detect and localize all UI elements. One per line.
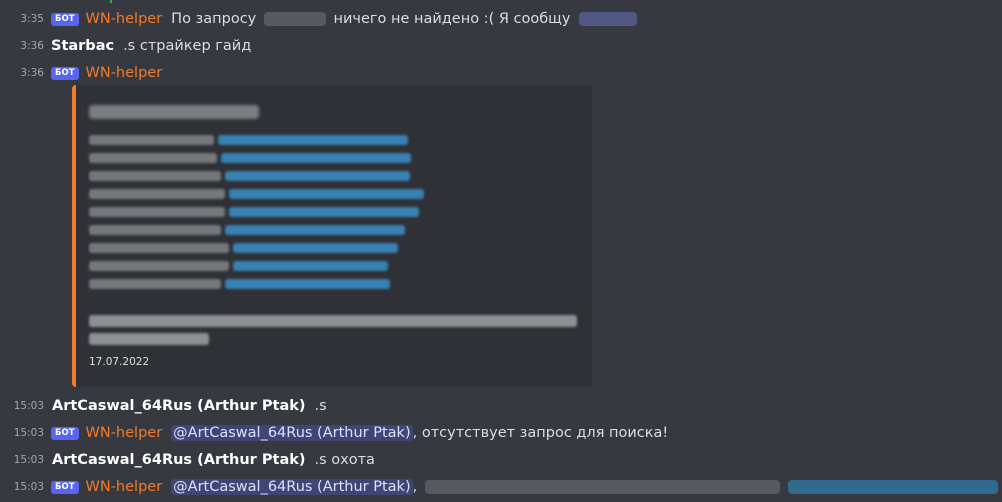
embed-date: 17.07.2022 bbox=[89, 356, 150, 368]
message: 15:03 БОТ WN-helper @ArtCaswal_64Rus (Ar… bbox=[0, 422, 668, 444]
embed-link-row[interactable] bbox=[89, 224, 405, 235]
user-mention[interactable]: @ArtCaswal_64Rus (Arthur Ptak) bbox=[171, 479, 413, 495]
bot-tag: БОТ bbox=[51, 480, 79, 494]
message-text-before: По запросу bbox=[171, 11, 257, 27]
message-timestamp: 15:03 bbox=[13, 481, 44, 493]
message-text-body: , bbox=[412, 479, 418, 495]
message-timestamp: 15:03 bbox=[13, 400, 44, 412]
embed-footer-line bbox=[89, 333, 209, 345]
author-name[interactable]: ArtCaswal_64Rus (Arthur Ptak) bbox=[52, 398, 306, 414]
message-text: .s охота bbox=[314, 452, 375, 468]
author-name[interactable]: WN-helper bbox=[86, 11, 163, 27]
message-timestamp: 3:35 bbox=[20, 13, 44, 25]
message: 3:35 БОТ WN-helper По запросу ничего не … bbox=[0, 8, 638, 30]
message: 3:36 БОТ WN-helper bbox=[0, 62, 162, 84]
user-mention[interactable]: @ArtCaswal_64Rus (Arthur Ptak) bbox=[171, 425, 413, 441]
message-timestamp: 3:36 bbox=[20, 67, 44, 79]
author-name[interactable]: Starbac bbox=[51, 38, 114, 54]
message: 15:03 БОТ WN-helper @ArtCaswal_64Rus (Ar… bbox=[0, 476, 999, 498]
embed-footer-line bbox=[89, 315, 577, 327]
blurred-mention[interactable] bbox=[579, 12, 638, 26]
message-timestamp: 15:03 bbox=[13, 454, 44, 466]
message-text: По запросу ничего не найдено :( Я сообщу bbox=[171, 11, 638, 27]
message-text: .s bbox=[314, 398, 327, 414]
author-name[interactable]: WN-helper bbox=[86, 65, 163, 81]
message: 15:03 ArtCaswal_64Rus (Arthur Ptak) .s о… bbox=[0, 449, 375, 471]
message-embed: 17.07.2022 bbox=[72, 85, 592, 387]
blurred-link[interactable] bbox=[788, 480, 999, 494]
message-text-body: , отсутствует запрос для поиска! bbox=[412, 425, 669, 441]
bot-tag: БОТ bbox=[51, 12, 79, 26]
message-timestamp: 3:36 bbox=[20, 40, 44, 52]
embed-link-row[interactable] bbox=[89, 206, 419, 217]
author-name[interactable]: ArtCaswal_64Rus (Arthur Ptak) bbox=[52, 452, 306, 468]
author-name[interactable]: WN-helper bbox=[86, 425, 163, 441]
message-text: .s страйкер гайд bbox=[123, 38, 252, 54]
bot-tag: БОТ bbox=[51, 66, 79, 80]
bot-tag: БОТ bbox=[51, 426, 79, 440]
chat-messages: 3:35 БОТ WN-helper По запросу ничего не … bbox=[0, 0, 1002, 502]
embed-title bbox=[89, 105, 259, 119]
message-timestamp: 15:03 bbox=[13, 427, 44, 439]
message: 15:03 ArtCaswal_64Rus (Arthur Ptak) .s bbox=[0, 395, 327, 417]
blurred-text bbox=[424, 480, 780, 494]
embed-link-row[interactable] bbox=[89, 188, 424, 199]
embed-link-row[interactable] bbox=[89, 170, 410, 181]
embed-link-row[interactable] bbox=[89, 152, 411, 163]
author-name[interactable]: WN-helper bbox=[86, 479, 163, 495]
message-text: @ArtCaswal_64Rus (Arthur Ptak), отсутств… bbox=[171, 425, 668, 441]
embed-link-row[interactable] bbox=[89, 260, 388, 271]
embed-link-row[interactable] bbox=[89, 278, 390, 289]
blurred-query bbox=[263, 12, 326, 26]
embed-link-row[interactable] bbox=[89, 242, 398, 253]
embed-link-row[interactable] bbox=[89, 134, 408, 145]
message: 3:36 Starbac .s страйкер гайд bbox=[0, 35, 251, 57]
unread-divider bbox=[110, 0, 112, 3]
message-text-after: ничего не найдено :( Я сообщу bbox=[333, 11, 571, 27]
message-text: @ArtCaswal_64Rus (Arthur Ptak), bbox=[171, 479, 999, 495]
